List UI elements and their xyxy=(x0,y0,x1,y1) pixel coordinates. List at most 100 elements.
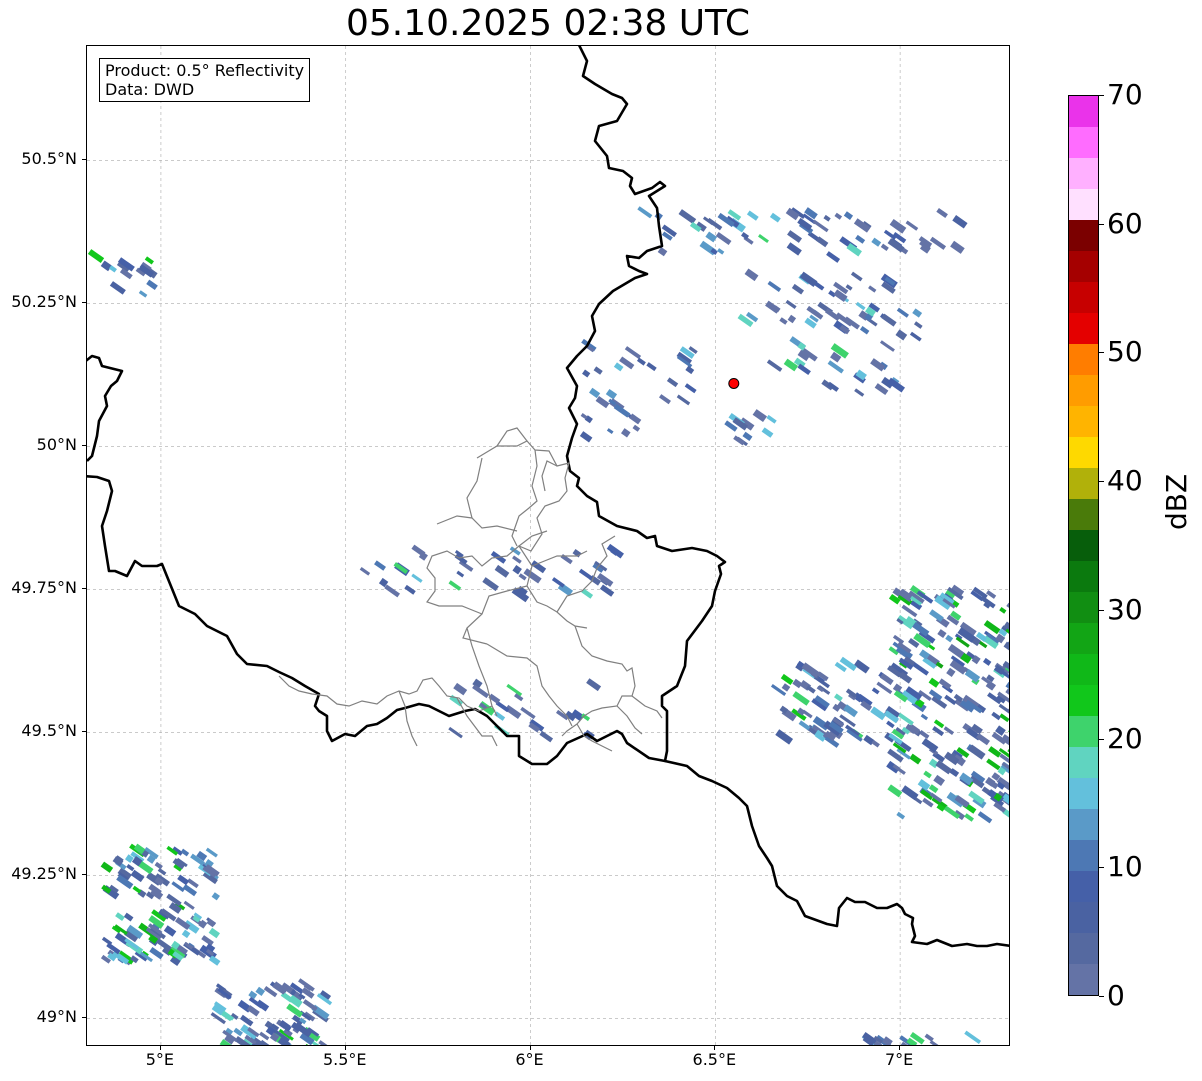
borders xyxy=(87,46,1009,948)
echo-cell xyxy=(146,279,158,290)
echo-cell xyxy=(100,260,112,272)
colorbar-tick-mark xyxy=(1099,95,1104,96)
echo-cell xyxy=(579,431,593,443)
echo-cell xyxy=(646,362,657,372)
echo-cell xyxy=(685,365,695,375)
colorbar-segment xyxy=(1069,158,1098,189)
echo-cell xyxy=(943,726,955,736)
echo-cell xyxy=(637,206,653,219)
echo-cell xyxy=(606,428,614,435)
national-border-west xyxy=(87,354,124,462)
colorbar-tick-label: 30 xyxy=(1107,592,1143,626)
echo-cell xyxy=(867,1044,881,1045)
echo-cell xyxy=(593,366,603,375)
lon-tick-label: 5.5°E xyxy=(322,1050,367,1069)
echo-cell xyxy=(834,693,843,702)
echo-cell xyxy=(582,369,591,378)
echo-cell xyxy=(909,331,922,342)
echo-cell xyxy=(767,280,782,292)
echo-cell xyxy=(871,237,882,247)
echo-cell xyxy=(752,409,768,423)
echo-cell xyxy=(138,290,148,298)
echo-cell xyxy=(636,357,646,366)
radar-map-canvas xyxy=(87,46,1009,1045)
echo-cell xyxy=(919,730,930,740)
echo-cell xyxy=(787,314,797,324)
echo-cell xyxy=(977,811,993,824)
echo-cell xyxy=(792,691,810,706)
echo-cell xyxy=(946,667,956,678)
echo-cell xyxy=(923,770,932,779)
echo-cell xyxy=(1006,602,1009,614)
colorbar-segment xyxy=(1069,778,1098,809)
echo-cell xyxy=(666,377,679,388)
colorbar-segment xyxy=(1069,840,1098,871)
echo-cell xyxy=(964,1030,982,1045)
echo-cell xyxy=(115,912,125,922)
echo-cell xyxy=(928,677,940,688)
lon-tick-label: 5°E xyxy=(145,1050,175,1069)
lat-tick-label: 49.75°N xyxy=(11,578,77,598)
echo-cell xyxy=(658,394,671,405)
echo-cell xyxy=(937,629,947,639)
echo-cell xyxy=(482,577,499,592)
echo-cell xyxy=(657,247,668,257)
colorbar-segment xyxy=(1069,685,1098,716)
echo-cell xyxy=(132,885,142,894)
lon-tick-label: 6°E xyxy=(515,1050,544,1069)
echo-cell xyxy=(181,929,191,939)
colorbar-segment xyxy=(1069,499,1098,530)
radar-map[interactable]: Product: 0.5° Reflectivity Data: DWD xyxy=(86,45,1010,1046)
colorbar-segment xyxy=(1069,623,1098,654)
echo-cell xyxy=(786,242,802,256)
echo-cell xyxy=(988,746,1002,758)
echo-cell xyxy=(895,329,908,341)
lat-tick-mark xyxy=(82,588,86,590)
colorbar-segment xyxy=(1069,282,1098,313)
echo-cell xyxy=(769,212,781,223)
colorbar-segment xyxy=(1069,251,1098,282)
lat-tick-label: 50°N xyxy=(36,435,77,455)
colorbar-tick-label: 40 xyxy=(1107,464,1143,498)
lon-tick-mark xyxy=(159,1046,161,1050)
colorbar-segment xyxy=(1069,220,1098,251)
echo-cell xyxy=(318,1040,334,1045)
colorbar-segment xyxy=(1069,871,1098,902)
echo-cell xyxy=(933,774,946,786)
echo-cell xyxy=(205,847,218,858)
lat-tick-label: 49°N xyxy=(36,1007,77,1027)
colorbar-tick-label: 60 xyxy=(1107,206,1143,240)
echo-cell xyxy=(177,874,190,886)
echo-cell xyxy=(180,848,190,857)
echo-cell xyxy=(812,219,829,233)
echo-cell xyxy=(905,220,919,231)
colorbar-segment xyxy=(1069,809,1098,840)
echo-cell xyxy=(826,251,841,263)
colorbar-tick-mark xyxy=(1099,738,1104,740)
product-label: Product: 0.5° Reflectivity xyxy=(105,61,305,80)
echo-cell xyxy=(823,214,831,222)
echo-cell xyxy=(746,210,759,221)
echo-cell xyxy=(920,713,929,721)
echo-cell xyxy=(879,340,895,352)
colorbar-segment xyxy=(1069,716,1098,747)
lon-tick-mark xyxy=(529,1046,531,1050)
echo-cell xyxy=(717,248,725,255)
echo-cell xyxy=(787,230,803,243)
echo-cell xyxy=(791,283,805,295)
lat-tick-mark xyxy=(82,1017,86,1019)
echo-cell xyxy=(684,383,697,394)
echo-cell xyxy=(854,388,865,397)
echo-cell xyxy=(855,301,866,311)
echo-cell xyxy=(871,687,880,695)
echo-cell xyxy=(929,1040,939,1045)
colorbar-segment xyxy=(1069,654,1098,685)
echo-cell xyxy=(986,590,997,599)
echo-cell xyxy=(850,271,863,282)
echo-cell xyxy=(896,307,909,318)
echo-cell xyxy=(586,678,602,692)
echo-cell xyxy=(999,713,1009,723)
echo-cell xyxy=(999,607,1007,614)
colorbar-tick-label: 0 xyxy=(1107,979,1125,1012)
colorbar-segment xyxy=(1069,747,1098,778)
